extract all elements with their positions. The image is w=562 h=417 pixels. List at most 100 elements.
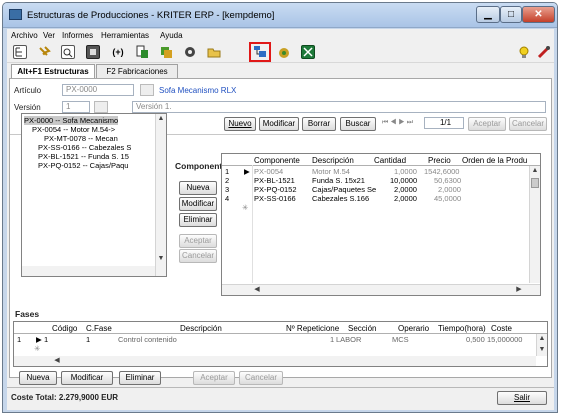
tab-fabricaciones[interactable]: F2 Fabricaciones <box>96 64 178 78</box>
cell-cantidad[interactable]: 2,0000 <box>394 194 417 203</box>
aceptar-fase-button[interactable]: Aceptar <box>193 371 235 385</box>
buscar-button[interactable]: Buscar <box>340 117 376 131</box>
nueva-fase-button[interactable]: Nueva <box>19 371 57 385</box>
structure-icon[interactable] <box>253 45 267 59</box>
col-operario[interactable]: Operario <box>398 324 429 333</box>
col-orden[interactable]: Orden de la Produ <box>462 156 527 165</box>
formula-icon[interactable]: (+) <box>111 45 125 59</box>
cell-precio[interactable]: 1542,6000 <box>424 167 459 176</box>
cell-descripcion[interactable]: Cabezales S.166 <box>312 194 369 203</box>
record-navigator[interactable]: ⏮◀▶⏭ <box>382 119 420 129</box>
component-icon[interactable] <box>159 45 173 59</box>
cell-cfase[interactable]: 1 <box>86 335 90 344</box>
tree-icon[interactable] <box>13 45 27 59</box>
tree-node[interactable]: PX-MT-0078 -- Mecan <box>44 134 118 143</box>
col-coste[interactable]: Coste <box>491 324 512 333</box>
cell-precio[interactable]: 45,0000 <box>434 194 461 203</box>
cell-cantidad[interactable]: 1,0000 <box>394 167 417 176</box>
col-precio[interactable]: Precio <box>428 156 451 165</box>
cell-cantidad[interactable]: 10,0000 <box>390 176 417 185</box>
col-seccion[interactable]: Sección <box>348 324 376 333</box>
nueva-componente-button[interactable]: Nueva <box>179 181 217 195</box>
cell-descripcion[interactable]: Cajas/Paquetes Se <box>312 185 376 194</box>
cell-descripcion[interactable]: Control contenido <box>118 335 177 344</box>
version-input[interactable]: 1 <box>62 101 90 113</box>
fases-vscrollbar[interactable]: ▲ ▼ <box>536 334 547 356</box>
maximize-button[interactable]: □ <box>500 6 522 23</box>
col-codigo[interactable]: Código <box>52 324 77 333</box>
componentes-vscrollbar[interactable]: ▲ <box>529 166 540 283</box>
articulo-search-icon[interactable] <box>140 84 154 96</box>
tree-node[interactable]: PX-0000 -- Sofa Mecanismo <box>24 116 119 125</box>
scroll-left-icon[interactable]: ◀ <box>252 285 262 295</box>
cancelar-fase-button[interactable]: Cancelar <box>239 371 283 385</box>
document-icon[interactable] <box>135 45 149 59</box>
tree-hscrollbar[interactable] <box>22 266 155 276</box>
tree-node[interactable]: PX-SS-0166 -- Cabezales S <box>38 143 131 152</box>
minimize-button[interactable]: ▁ <box>476 6 500 23</box>
scroll-left-icon[interactable]: ◀ <box>52 356 62 366</box>
menu-informes[interactable]: Informes <box>62 31 93 40</box>
borrar-button[interactable]: Borrar <box>302 117 336 131</box>
col-componente[interactable]: Componente <box>254 156 300 165</box>
eliminar-componente-button[interactable]: Eliminar <box>179 213 217 227</box>
menu-herramientas[interactable]: Herramientas <box>101 31 149 40</box>
modificar-fase-button[interactable]: Modificar <box>61 371 113 385</box>
col-repeticiones[interactable]: Nº Repeticione <box>286 324 339 333</box>
salir-button[interactable]: Salir <box>497 391 547 405</box>
cell-componente[interactable]: PX-PQ-0152 <box>254 185 297 194</box>
col-descripcion[interactable]: Descripción <box>312 156 354 165</box>
scroll-up-icon[interactable]: ▲ <box>530 166 540 176</box>
scroll-up-icon[interactable]: ▲ <box>156 114 166 124</box>
tools-icon[interactable] <box>537 45 551 59</box>
scroll-down-icon[interactable]: ▼ <box>156 254 166 264</box>
modificar-button[interactable]: Modificar <box>259 117 299 131</box>
close-button[interactable]: ✕ <box>522 6 555 23</box>
cell-cantidad[interactable]: 2,0000 <box>394 185 417 194</box>
scroll-thumb[interactable] <box>531 178 539 188</box>
preview-icon[interactable] <box>61 45 75 59</box>
cancelar-button[interactable]: Cancelar <box>509 117 547 131</box>
menu-ver[interactable]: Ver <box>43 31 55 40</box>
menu-archivo[interactable]: Archivo <box>11 31 38 40</box>
menu-ayuda[interactable]: Ayuda <box>160 31 183 40</box>
structure-tree[interactable]: PX-0000 -- Sofa Mecanismo PX-0054 -- Mot… <box>21 113 167 277</box>
nuevo-button[interactable]: Nuevo <box>224 117 256 131</box>
gear-icon[interactable] <box>183 45 197 59</box>
tab-estructuras[interactable]: Alt+F1 Estructuras <box>11 64 95 79</box>
articulo-input[interactable]: PX-0000 <box>62 84 134 96</box>
cell-precio[interactable]: 2,0000 <box>438 185 461 194</box>
folder-icon[interactable] <box>207 45 221 59</box>
aceptar-componente-button[interactable]: Aceptar <box>179 234 217 248</box>
version-search-icon[interactable] <box>94 101 108 113</box>
cell-seccion[interactable]: LABOR <box>336 335 361 344</box>
cell-descripcion[interactable]: Funda S. 15x21 <box>312 176 365 185</box>
componentes-grid[interactable]: Componente Descripción Cantidad Precio O… <box>221 153 541 296</box>
cell-precio[interactable]: 50,6300 <box>434 176 461 185</box>
cell-coste[interactable]: 15,000000 <box>487 335 522 344</box>
lightbulb-icon[interactable] <box>517 45 531 59</box>
modificar-componente-button[interactable]: Modificar <box>179 197 217 211</box>
componentes-hscrollbar[interactable]: ◀ ▶ <box>222 284 540 295</box>
cell-repeticiones[interactable]: 1 <box>330 335 334 344</box>
cell-componente[interactable]: PX-SS-0166 <box>254 194 296 203</box>
col-descripcion[interactable]: Descripción <box>180 324 222 333</box>
pin-icon[interactable] <box>37 45 51 59</box>
cell-tiempo[interactable]: 0,500 <box>466 335 485 344</box>
tree-scrollbar[interactable]: ▲ ▼ <box>155 114 166 276</box>
tree-node[interactable]: PX-0054 -- Motor M.54-> <box>32 125 115 134</box>
aceptar-button[interactable]: Aceptar <box>468 117 506 131</box>
col-tiempo[interactable]: Tiempo(hora) <box>438 324 486 333</box>
money-icon[interactable] <box>277 45 291 59</box>
cell-codigo[interactable]: 1 <box>44 335 48 344</box>
cancelar-componente-button[interactable]: Cancelar <box>179 249 217 263</box>
eliminar-fase-button[interactable]: Eliminar <box>119 371 161 385</box>
fases-hscrollbar[interactable]: ◀ <box>14 356 536 366</box>
excel-icon[interactable] <box>301 45 315 59</box>
print-icon[interactable] <box>86 45 100 59</box>
cell-componente[interactable]: PX-0054 <box>254 167 283 176</box>
tree-node[interactable]: PX-BL-1521 -- Funda S. 15 <box>38 152 129 161</box>
fases-grid[interactable]: Código C.Fase Descripción Nº Repeticione… <box>13 321 548 367</box>
version-description-field[interactable]: Versión 1. <box>132 101 546 113</box>
scroll-down-icon[interactable]: ▼ <box>537 345 547 355</box>
